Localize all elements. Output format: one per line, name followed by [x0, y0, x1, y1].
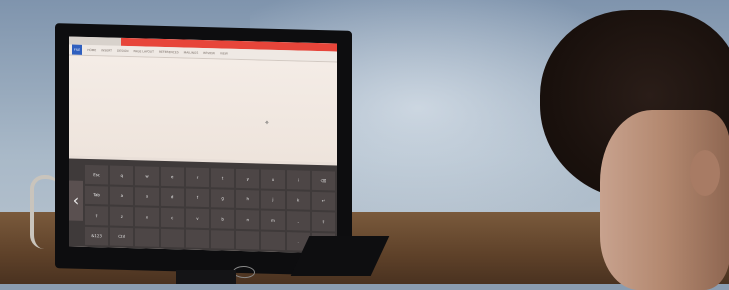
- ribbon-tab-mailings[interactable]: MAILINGS: [184, 47, 199, 57]
- keyboard-key[interactable]: v: [185, 208, 209, 228]
- monitor-screen: FILE HOME INSERT DESIGN PAGE LAYOUT REFE…: [69, 36, 337, 254]
- ribbon-tab-references[interactable]: REFERENCES: [159, 47, 179, 58]
- keyboard-key[interactable]: Tab: [85, 185, 109, 205]
- keyboard-key[interactable]: [185, 229, 209, 249]
- keyboard-key[interactable]: [261, 231, 285, 251]
- onscreen-keyboard: ‹ Esc q w e r t y u i ⌫ Tab a s d f g h j k ↵ ⇧ z x c v b n m, ⇧ &123…: [69, 158, 337, 254]
- mouse-cursor-icon: ⌖: [265, 118, 269, 127]
- keyboard-key[interactable]: ,: [286, 211, 310, 231]
- keyboard-key[interactable]: s: [135, 186, 159, 206]
- keyboard-key[interactable]: [160, 228, 184, 248]
- keyboard-key[interactable]: n: [236, 209, 260, 229]
- ribbon-tab-home[interactable]: HOME: [87, 45, 96, 55]
- monitor-stand: [176, 270, 236, 284]
- keyboard-key[interactable]: g: [211, 188, 235, 208]
- keyboard-key[interactable]: q: [110, 165, 134, 185]
- keyboard-key[interactable]: ⇧: [85, 205, 109, 226]
- keyboard-key[interactable]: ↵: [311, 191, 335, 211]
- ribbon-tab-page-layout[interactable]: PAGE LAYOUT: [134, 46, 154, 57]
- keyboard-key[interactable]: i: [286, 170, 310, 190]
- keyboard-key[interactable]: m: [261, 210, 285, 230]
- ribbon-tab-insert[interactable]: INSERT: [101, 45, 112, 55]
- keyboard-key[interactable]: [211, 229, 235, 249]
- keyboard-key[interactable]: d: [160, 187, 184, 207]
- keyboard-key[interactable]: [135, 227, 159, 247]
- keyboard-key[interactable]: k: [286, 190, 310, 210]
- keyboard-collapse-left-button[interactable]: ‹: [69, 180, 83, 221]
- keyboard-key[interactable]: w: [135, 166, 159, 186]
- keyboard-key[interactable]: &123: [85, 226, 109, 246]
- person-ear: [690, 150, 720, 196]
- ribbon-tab-view[interactable]: VIEW: [220, 48, 228, 58]
- keyboard-key[interactable]: Esc: [85, 164, 109, 185]
- keyboard-key[interactable]: c: [160, 207, 184, 227]
- monitor-logo: [233, 265, 255, 279]
- person-face: [600, 110, 729, 290]
- ribbon-tab-design[interactable]: DESIGN: [117, 46, 129, 56]
- keyboard-key[interactable]: ⌫: [311, 170, 335, 190]
- ribbon-tab-file[interactable]: FILE: [72, 44, 83, 55]
- keyboard-key[interactable]: ⇧: [311, 211, 335, 231]
- keyboard-key[interactable]: a: [110, 186, 134, 206]
- keyboard-key[interactable]: t: [211, 168, 235, 188]
- key-grid: Esc q w e r t y u i ⌫ Tab a s d f g h j k ↵ ⇧ z x c v b n m, ⇧ &123 Ct…: [85, 164, 335, 252]
- keyboard-key[interactable]: h: [236, 189, 260, 209]
- keyboard-key[interactable]: j: [261, 190, 285, 210]
- ribbon-tab-review[interactable]: REVIEW: [203, 48, 215, 58]
- keyboard-key[interactable]: f: [185, 188, 209, 208]
- document-canvas[interactable]: ⌖: [69, 55, 337, 163]
- keyboard-key[interactable]: u: [261, 169, 285, 189]
- keyboard-key[interactable]: Ctrl: [110, 227, 134, 247]
- keyboard-key[interactable]: z: [110, 206, 134, 226]
- keyboard-key[interactable]: e: [160, 166, 184, 186]
- keyboard-key[interactable]: r: [185, 167, 209, 187]
- keyboard-key[interactable]: b: [211, 209, 235, 229]
- keyboard-key[interactable]: [236, 230, 260, 250]
- keyboard-key[interactable]: y: [236, 168, 260, 188]
- keyboard-key[interactable]: x: [135, 207, 159, 227]
